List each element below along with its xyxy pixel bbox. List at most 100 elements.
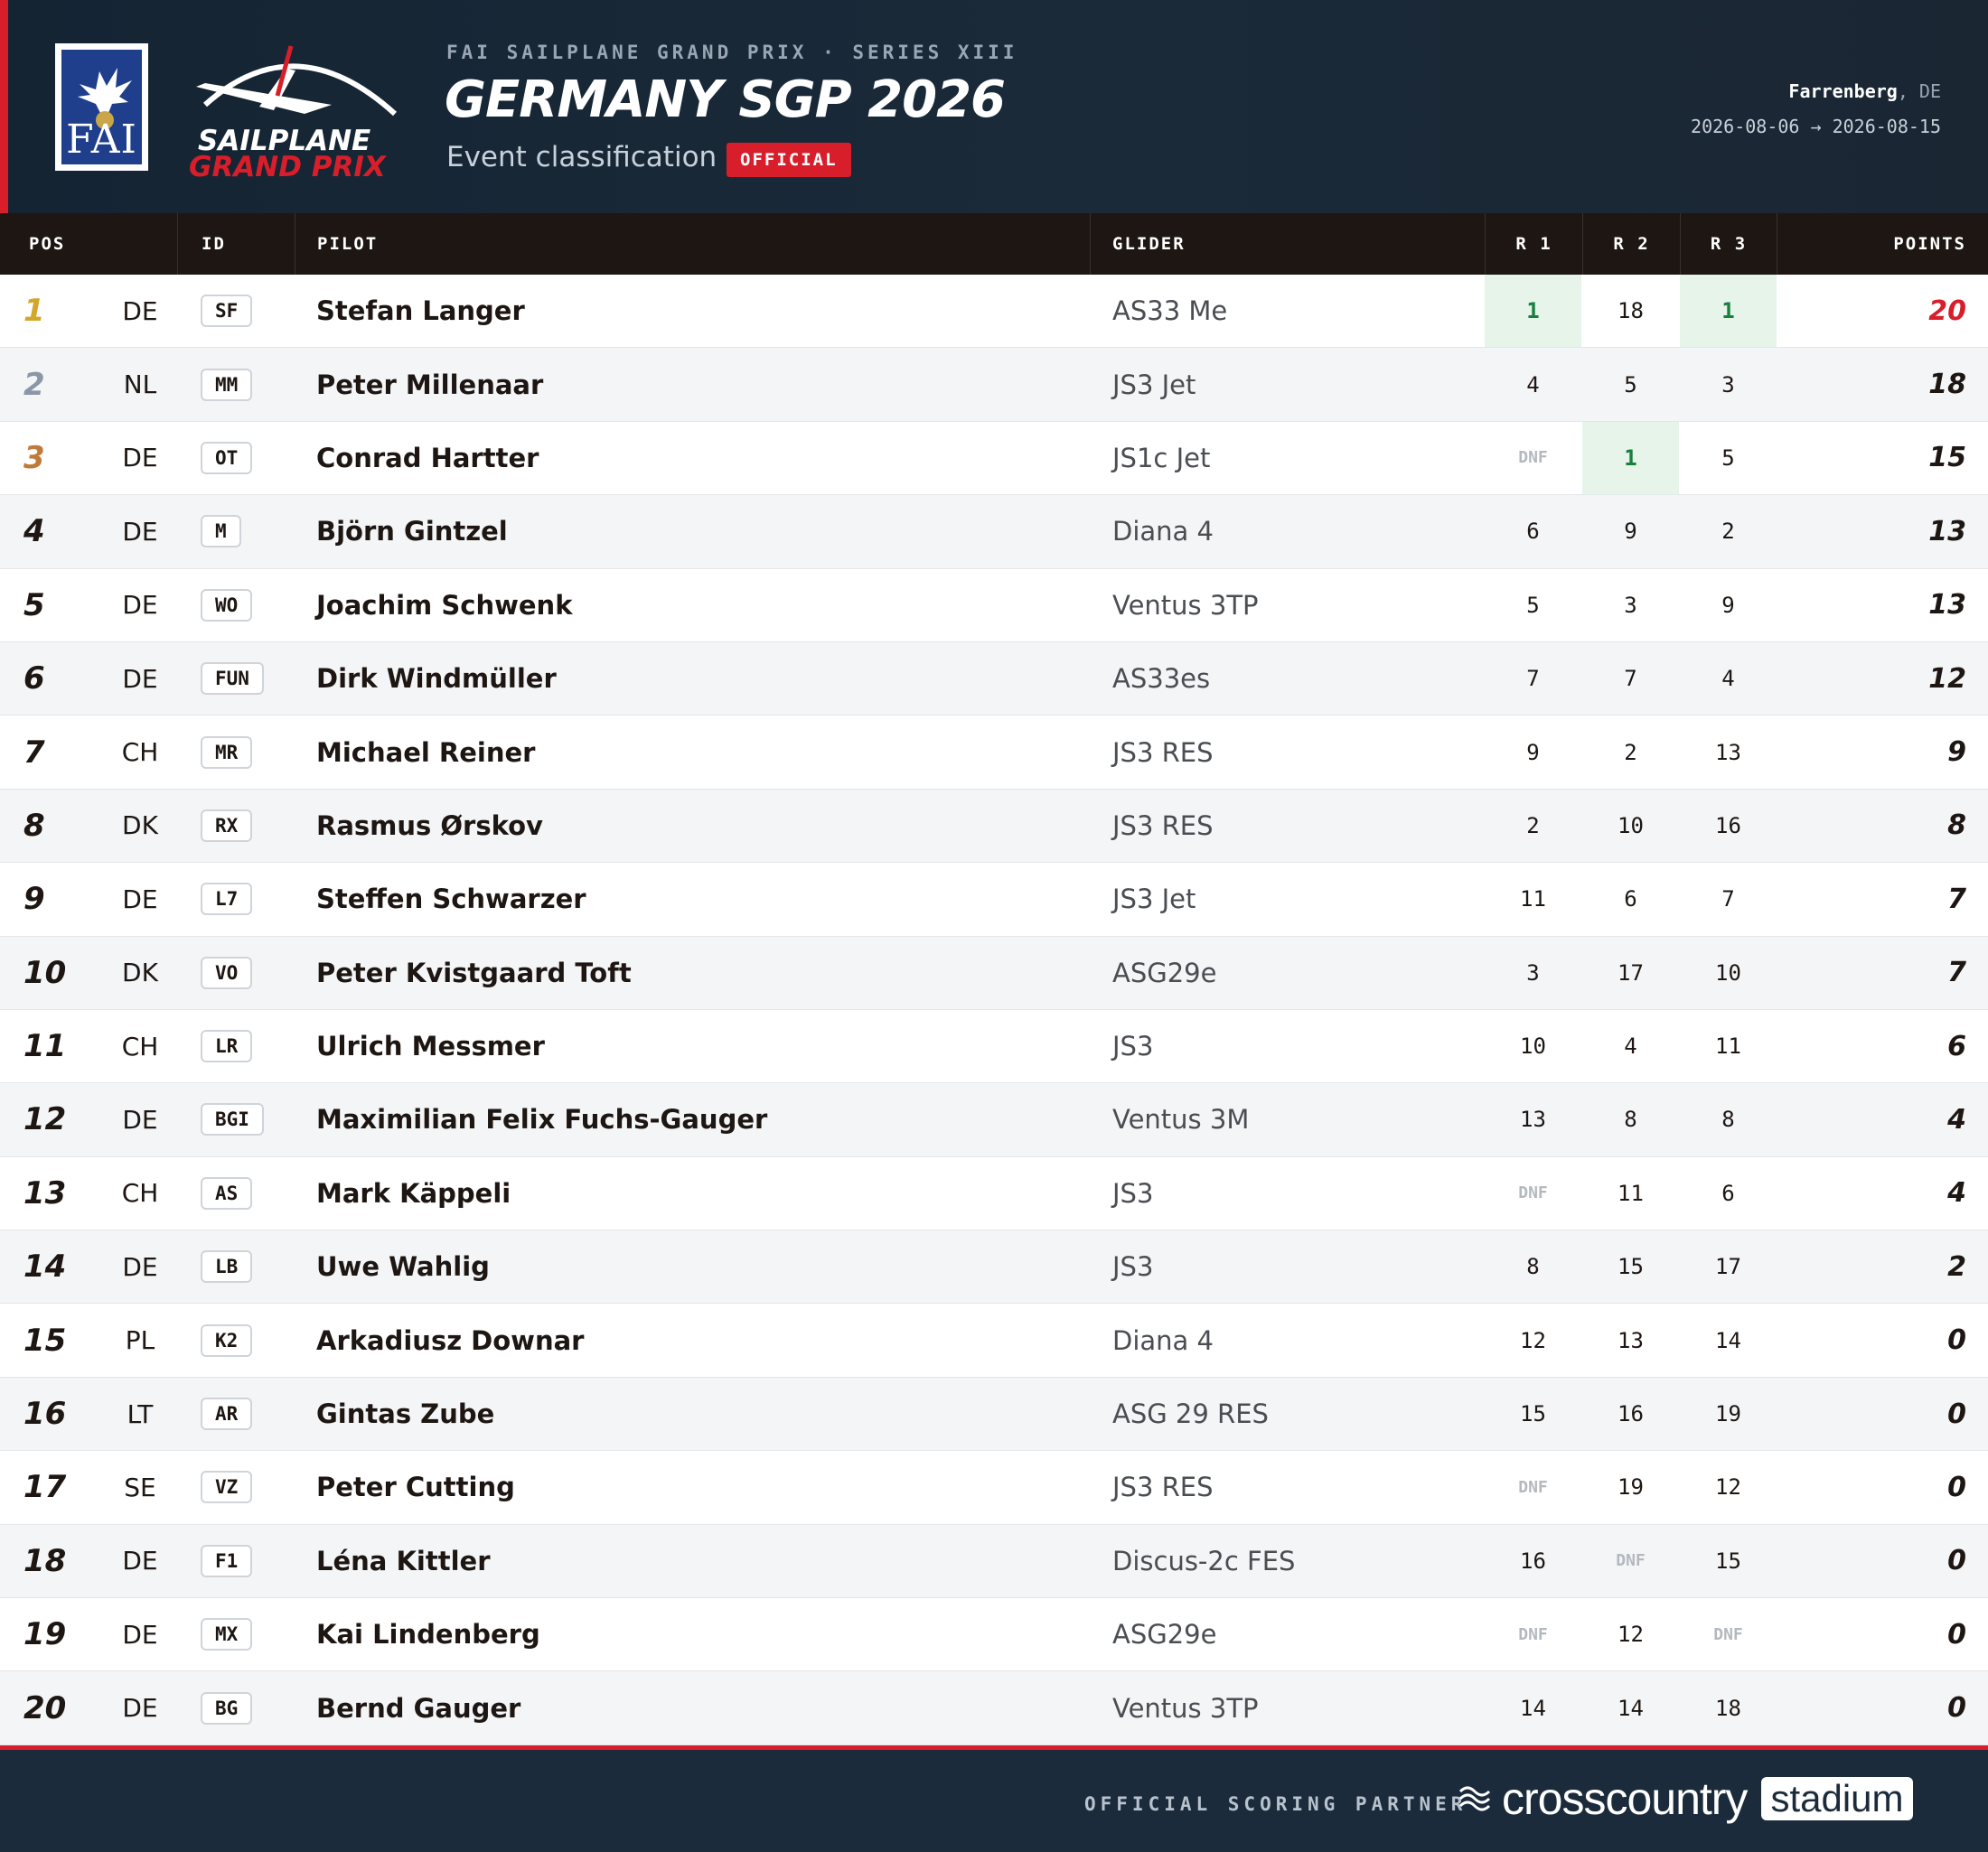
race-3-result: 1: [1680, 275, 1777, 348]
total-points: 0: [1947, 1618, 1966, 1651]
pilot-name[interactable]: Joachim Schwenk: [316, 569, 1084, 641]
col-r1[interactable]: R 1: [1485, 213, 1582, 275]
nation-code: LT: [127, 1398, 154, 1429]
competition-id: RX: [201, 790, 309, 862]
pilot-name[interactable]: Rasmus Ørskov: [316, 790, 1084, 862]
competition-id: MX: [201, 1598, 309, 1670]
competition-id-badge: L7: [201, 883, 253, 916]
table-row[interactable]: 16 LT AR Gintas Zube ASG 29 RES 15 16 19 0: [0, 1377, 1988, 1452]
table-row[interactable]: 18 DE F1 Léna Kittler Discus-2c FES 16 DNF 15 0: [0, 1524, 1988, 1599]
pilot-name[interactable]: Léna Kittler: [316, 1525, 1084, 1597]
pilot-name[interactable]: Peter Cutting: [316, 1451, 1084, 1523]
pilot-name[interactable]: Steffen Schwarzer: [316, 863, 1084, 935]
competition-id: M: [201, 495, 309, 567]
table-row[interactable]: 10 DK VO Peter Kvistgaard Toft ASG29e 3 17 10 7: [0, 936, 1988, 1010]
position: 11: [23, 1028, 67, 1065]
pilot-name[interactable]: Michael Reiner: [316, 716, 1084, 788]
race-3-result: 15: [1715, 1548, 1741, 1574]
nation-code: DE: [122, 516, 158, 547]
pilot-name[interactable]: Uwe Wahlig: [316, 1230, 1084, 1303]
race-3-result: 11: [1715, 1034, 1741, 1060]
total-points: 13: [1928, 515, 1966, 547]
race-3-result: 5: [1721, 444, 1735, 471]
table-row[interactable]: 13 CH AS Mark Käppeli JS3 DNF 11 6 4: [0, 1156, 1988, 1231]
table-row[interactable]: 6 DE FUN Dirk Windmüller AS33es 7 7 4 12: [0, 641, 1988, 716]
pilot-name[interactable]: Dirk Windmüller: [316, 642, 1084, 715]
table-row[interactable]: 1 DE SF Stefan Langer AS33 Me 1 18 1 20: [0, 275, 1988, 349]
table-row[interactable]: 11 CH LR Ulrich Messmer JS3 10 4 11 6: [0, 1009, 1988, 1084]
race-1-result: DNF: [1518, 1183, 1548, 1203]
competition-id: K2: [201, 1304, 309, 1376]
table-row[interactable]: 19 DE MX Kai Lindenberg ASG29e DNF 12 DNF 0: [0, 1598, 1988, 1672]
pilot-name[interactable]: Conrad Hartter: [316, 422, 1084, 494]
pilot-name[interactable]: Peter Millenaar: [316, 348, 1084, 420]
col-glider[interactable]: GLIDER: [1090, 213, 1485, 275]
table-row[interactable]: 15 PL K2 Arkadiusz Downar Diana 4 12 13 14 0: [0, 1304, 1988, 1378]
race-1-result: 4: [1526, 371, 1540, 398]
pilot-name[interactable]: Kai Lindenberg: [316, 1598, 1084, 1670]
glider-type: JS3: [1112, 1251, 1154, 1283]
race-1-result: DNF: [1518, 1477, 1548, 1497]
table-row[interactable]: 12 DE BGI Maximilian Felix Fuchs-Gauger Vent…: [0, 1083, 1988, 1157]
competition-id: VO: [201, 937, 309, 1009]
table-row[interactable]: 4 DE M Björn Gintzel Diana 4 6 9 2 13: [0, 495, 1988, 569]
total-points: 4: [1947, 1177, 1966, 1210]
col-points[interactable]: POINTS: [1777, 213, 1988, 275]
table-row[interactable]: 9 DE L7 Steffen Schwarzer JS3 Jet 11 6 7 7: [0, 863, 1988, 937]
partner-logo[interactable]: crosscountry stadium: [1457, 1772, 1913, 1826]
table-row[interactable]: 14 DE LB Uwe Wahlig JS3 8 15 17 2: [0, 1230, 1988, 1305]
table-row[interactable]: 5 DE WO Joachim Schwenk Ventus 3TP 5 3 9 13: [0, 568, 1988, 642]
table-row[interactable]: 3 DE OT Conrad Hartter JS1c Jet DNF 1 5 15: [0, 421, 1988, 496]
table-row[interactable]: 2 NL MM Peter Millenaar JS3 Jet 4 5 3 18: [0, 348, 1988, 422]
glider-type: JS3 Jet: [1112, 884, 1196, 915]
sgp-logo: SAILPLANE GRAND PRIX: [187, 42, 408, 183]
competition-id-badge: MR: [201, 735, 253, 769]
race-1-result: 10: [1520, 1034, 1546, 1060]
col-r2[interactable]: R 2: [1582, 213, 1680, 275]
race-1-result: 16: [1520, 1548, 1546, 1574]
race-1-result: 5: [1526, 592, 1540, 618]
nation-code: DE: [122, 884, 158, 914]
col-r3[interactable]: R 3: [1680, 213, 1777, 275]
glider-type: Diana 4: [1112, 1324, 1214, 1356]
pilot-name[interactable]: Maximilian Felix Fuchs-Gauger: [316, 1083, 1084, 1155]
pilot-name[interactable]: Gintas Zube: [316, 1378, 1084, 1450]
competition-id-badge: M: [201, 515, 241, 548]
total-points: 4: [1947, 1103, 1966, 1136]
table-row[interactable]: 8 DK RX Rasmus Ørskov JS3 RES 2 10 16 8: [0, 789, 1988, 864]
glider-type: JS1c Jet: [1112, 442, 1211, 473]
pilot-name[interactable]: Ulrich Messmer: [316, 1010, 1084, 1082]
competition-id-badge: FUN: [201, 662, 264, 696]
pilot-name[interactable]: Stefan Langer: [316, 275, 1084, 347]
total-points: 15: [1928, 442, 1966, 474]
table-row[interactable]: 20 DE BG Bernd Gauger Ventus 3TP 14 14 18 0: [0, 1671, 1988, 1745]
race-3-result: 2: [1721, 519, 1735, 545]
race-2-result: 18: [1618, 298, 1644, 324]
glider-type: Ventus 3TP: [1112, 589, 1259, 621]
table-row[interactable]: 17 SE VZ Peter Cutting JS3 RES DNF 19 12 0: [0, 1451, 1988, 1525]
competition-id-badge: VO: [201, 956, 253, 989]
glider-type: Diana 4: [1112, 516, 1214, 547]
competition-id: MR: [201, 716, 309, 788]
pilot-name[interactable]: Bernd Gauger: [316, 1671, 1084, 1744]
nation-code: DE: [122, 295, 158, 326]
table-row[interactable]: 7 CH MR Michael Reiner JS3 RES 9 2 13 9: [0, 716, 1988, 790]
pilot-name[interactable]: Arkadiusz Downar: [316, 1304, 1084, 1376]
col-pilot[interactable]: PILOT: [295, 213, 1090, 275]
competition-id: F1: [201, 1525, 309, 1597]
total-points: 0: [1947, 1692, 1966, 1725]
col-pos[interactable]: POS: [29, 213, 65, 275]
footer: OFFICIAL SCORING PARTNER crosscountry st…: [0, 1745, 1988, 1852]
pilot-name[interactable]: Peter Kvistgaard Toft: [316, 937, 1084, 1009]
position: 4: [23, 513, 45, 550]
col-id[interactable]: ID: [177, 213, 295, 275]
race-2-result: 7: [1624, 666, 1637, 692]
glider-type: AS33es: [1112, 663, 1211, 695]
pilot-name[interactable]: Mark Käppeli: [316, 1157, 1084, 1230]
position: 20: [23, 1689, 67, 1726]
race-2-result: 11: [1618, 1180, 1644, 1206]
nation-code: CH: [121, 1178, 159, 1209]
competition-id-badge: F1: [201, 1544, 253, 1577]
nation-code: NL: [123, 369, 157, 400]
pilot-name[interactable]: Björn Gintzel: [316, 495, 1084, 567]
